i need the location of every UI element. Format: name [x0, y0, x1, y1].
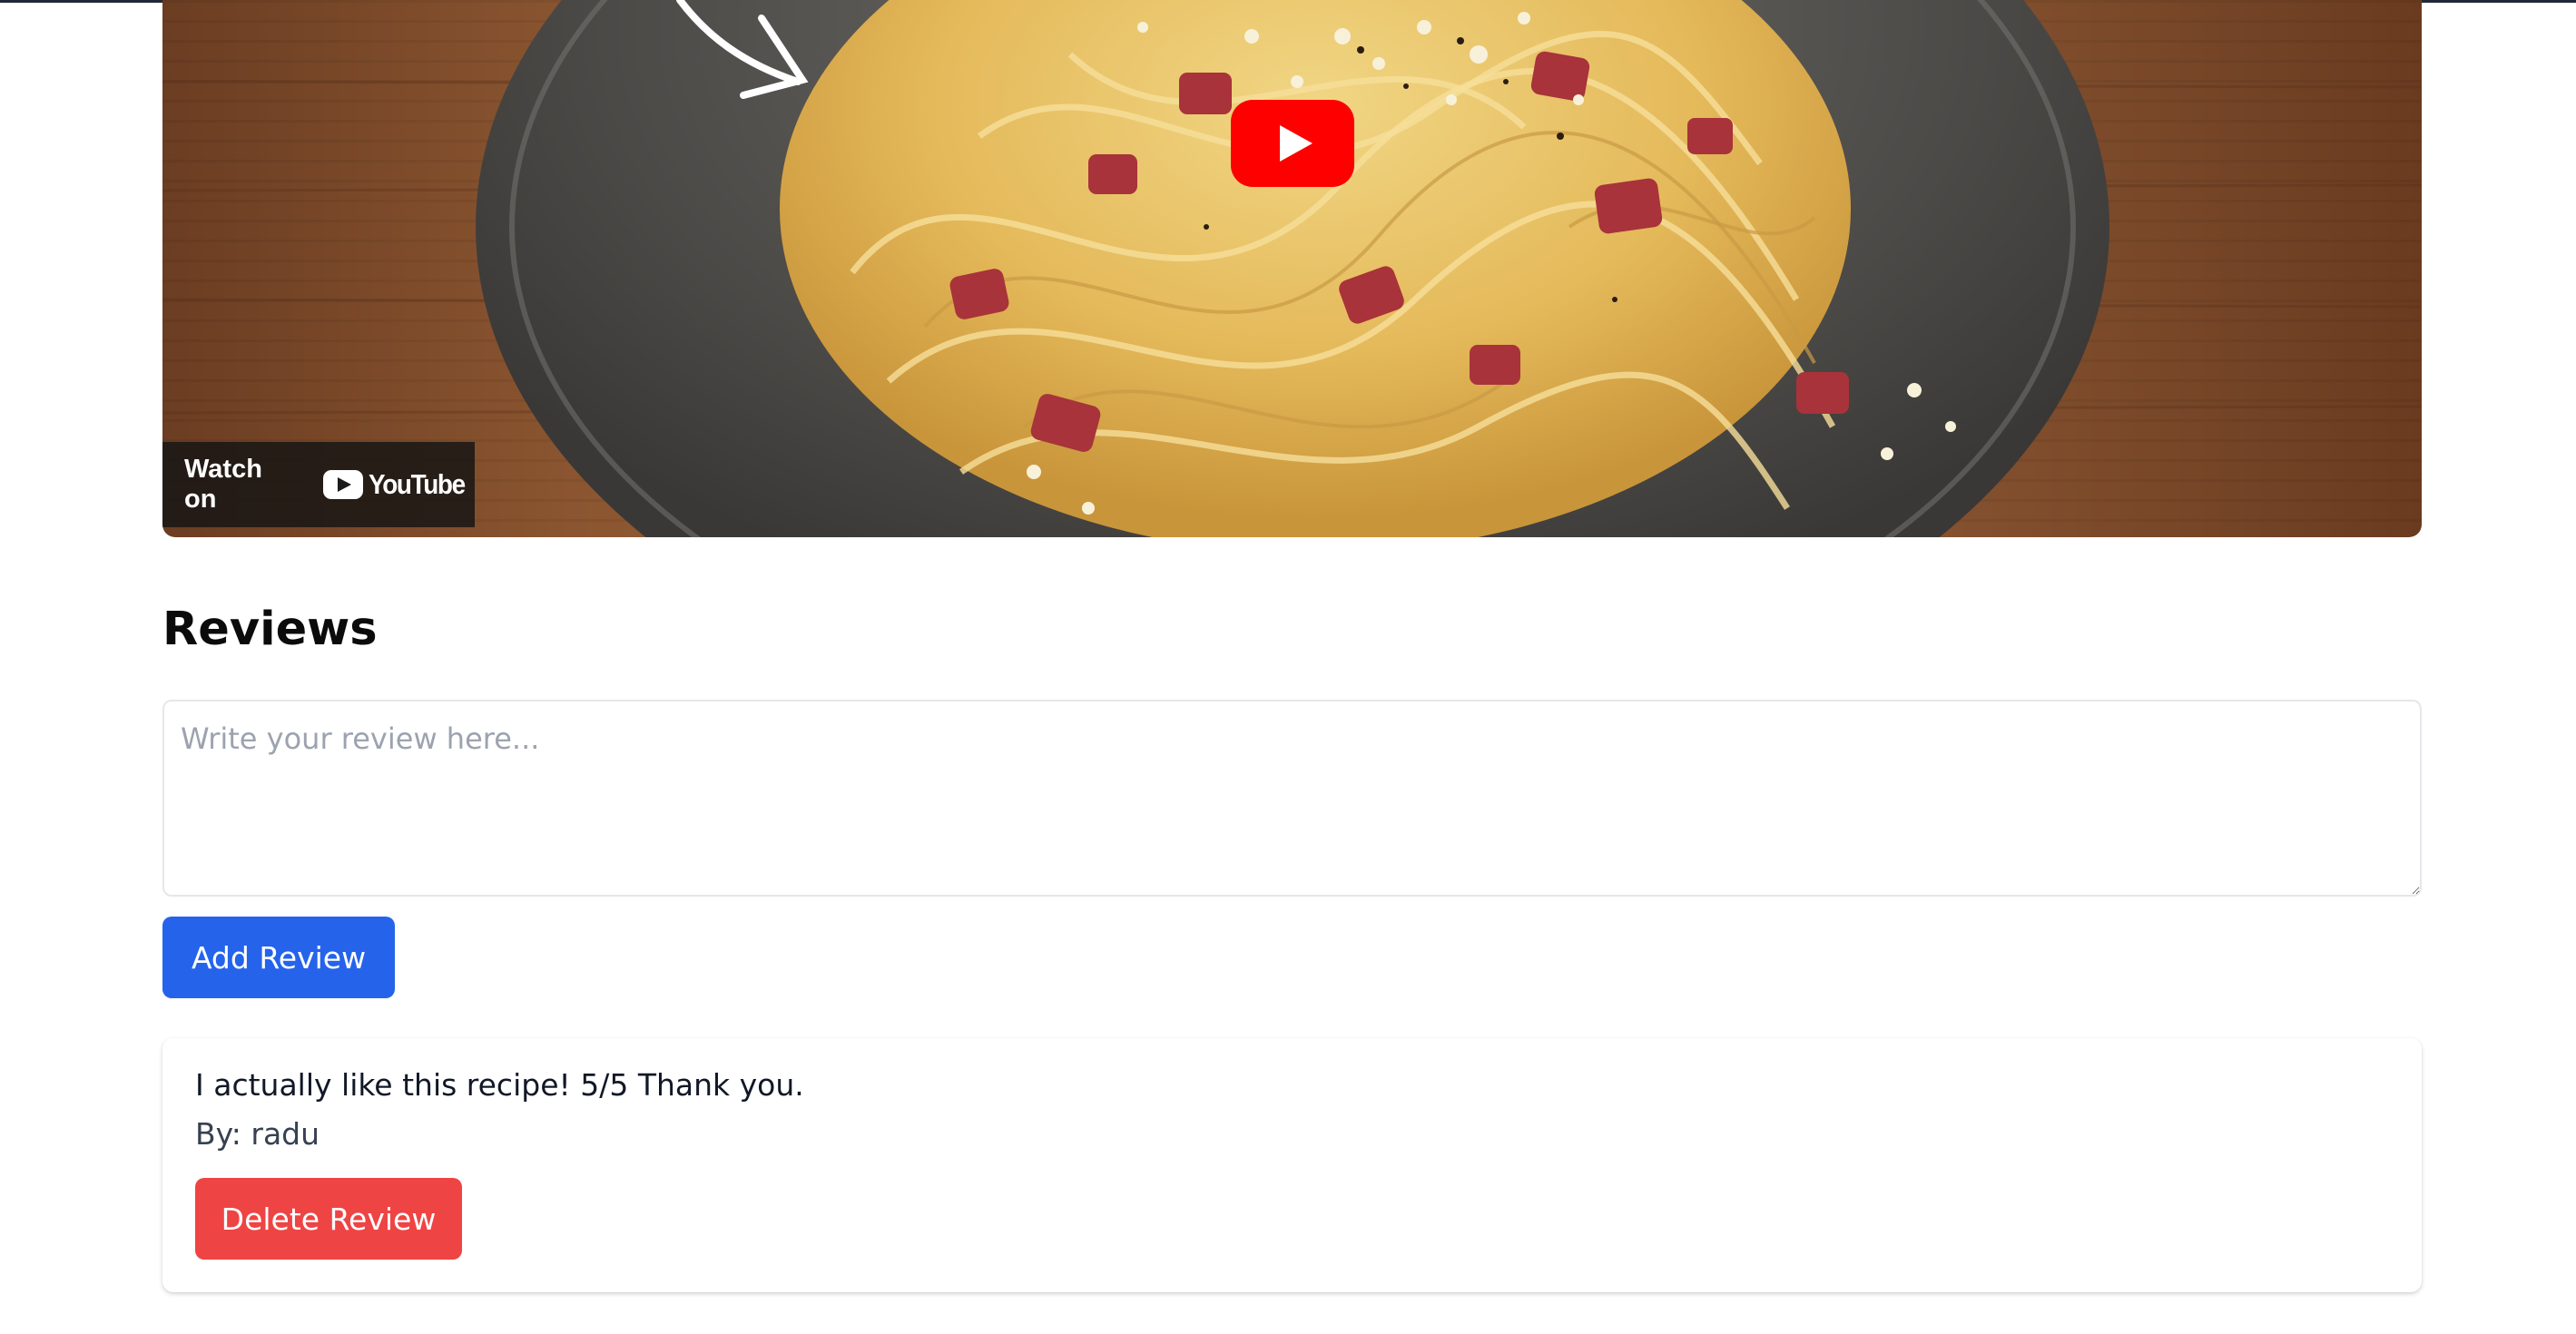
youtube-video-embed[interactable]: Watch on YouTube [162, 0, 2422, 537]
play-button[interactable] [1231, 100, 1354, 187]
recipe-content: Watch on YouTube Reviews Add Review I ac… [162, 0, 2422, 1292]
delete-review-button[interactable]: Delete Review [195, 1178, 462, 1260]
video-thumbnail-image [162, 0, 2422, 537]
watch-on-youtube-link[interactable]: Watch on YouTube [162, 442, 475, 527]
youtube-logo-icon [322, 470, 363, 499]
review-text: I actually like this recipe! 5/5 Thank y… [195, 1067, 804, 1103]
add-review-button[interactable]: Add Review [162, 917, 395, 998]
review-author: By: radu [195, 1116, 320, 1152]
youtube-wordmark: YouTube [368, 468, 466, 500]
review-textarea[interactable] [162, 700, 2422, 897]
watch-on-label: Watch on [184, 455, 262, 514]
reviews-heading: Reviews [162, 603, 378, 656]
review-card: I actually like this recipe! 5/5 Thank y… [162, 1038, 2422, 1292]
